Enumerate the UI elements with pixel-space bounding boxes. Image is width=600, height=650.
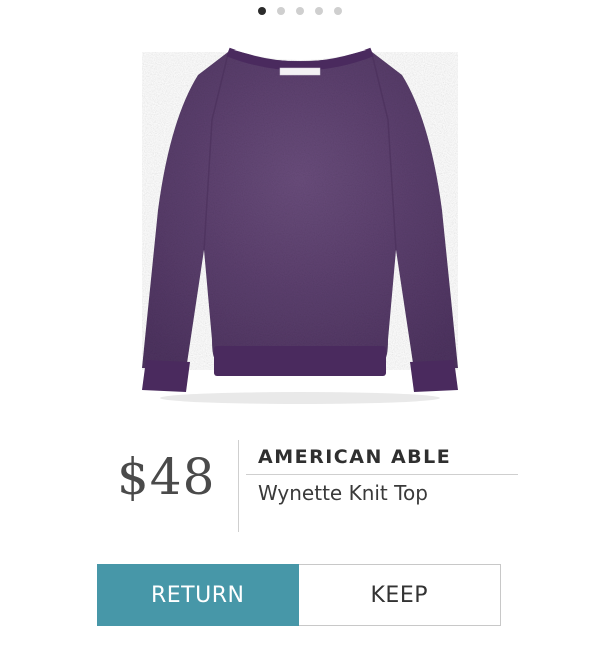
price: $48: [117, 448, 216, 506]
carousel-dot-4[interactable]: [315, 7, 323, 15]
action-buttons: RETURN KEEP: [97, 564, 501, 626]
brand-name: AMERICAN ABLE: [258, 446, 452, 468]
product-image: [142, 47, 458, 404]
product-name: Wynette Knit Top: [258, 481, 428, 505]
carousel-dot-1[interactable]: [258, 7, 266, 15]
vertical-divider: [238, 440, 239, 532]
carousel-dots: [0, 7, 600, 15]
carousel-dot-5[interactable]: [334, 7, 342, 15]
return-button[interactable]: RETURN: [97, 564, 299, 626]
carousel-dot-2[interactable]: [277, 7, 285, 15]
horizontal-divider: [246, 474, 518, 475]
keep-button[interactable]: KEEP: [298, 564, 501, 626]
carousel-dot-3[interactable]: [296, 7, 304, 15]
